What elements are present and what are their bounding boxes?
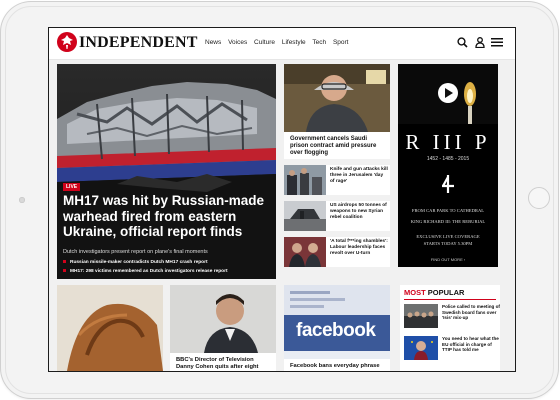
front-camera [19,197,25,203]
most-popular-item-1[interactable]: Police called to meeting of Swedish boar… [404,304,500,332]
most-popular-headline[interactable]: Police called to meeting of Swedish boar… [442,304,500,321]
most-popular-heading-red: MOST [404,288,426,297]
facebook-wordmark: facebook [296,320,376,341]
bullet-icon [63,260,66,264]
live-badge: LIVE [63,183,81,191]
site-logo[interactable]: INDEPENDENT [79,34,198,52]
story-card-facebook[interactable]: facebook Facebook bans everyday phrase [284,285,390,371]
browser-screen: INDEPENDENT News Voices Culture Lifestyl… [48,27,516,372]
nav-tech[interactable]: Tech [312,39,326,46]
nav-news[interactable]: News [205,39,221,46]
story-row-syria[interactable]: US airdrops 50 tonnes of weapons to new … [284,201,390,231]
ad-line-4: STARTS TODAY 5.30PM [423,241,473,246]
story-card-sculpture[interactable] [57,285,163,371]
ad-line-2: KING RICHARD III: THE REBURIAL [410,219,486,224]
eagle-logo-icon[interactable] [57,32,77,52]
search-icon[interactable] [457,37,468,48]
story-card-bbc[interactable]: BBC's Director of Television Danny Cohen… [170,285,276,371]
related-link-1[interactable]: Russian missile-maker contradicts Dutch … [63,260,273,265]
nav-voices[interactable]: Voices [228,39,247,46]
user-account-icon[interactable] [475,37,485,48]
site-header: INDEPENDENT News Voices Culture Lifestyl… [49,28,515,60]
danny-cohen-photo [170,285,276,353]
most-popular-headline[interactable]: You need to hear what the EU official in… [442,336,500,353]
home-button[interactable] [528,187,550,209]
bullet-icon [63,269,66,273]
ad-line-1: FROM CAR PARK TO CATHEDRAL [411,208,485,213]
menu-hamburger-icon[interactable] [491,37,503,47]
bbc-story-headline[interactable]: BBC's Director of Television Danny Cohen… [176,357,272,371]
bbc-headline-line-2[interactable]: Danny Cohen quits after eight [176,364,258,370]
saudi-story-headline[interactable]: Government cancels Saudi prison contract… [290,136,386,157]
ad-find-out-more-link[interactable]: FIND OUT MORE › [398,257,498,262]
play-video-icon[interactable] [437,82,459,104]
bbc-headline-line-1[interactable]: BBC's Director of Television [176,357,254,363]
nav-culture[interactable]: Culture [254,39,275,46]
heading-divider [404,299,496,300]
facebook-story-headline[interactable]: Facebook bans everyday phrase [290,363,386,370]
saudi-story-photo [284,64,390,132]
main-nav: News Voices Culture Lifestyle Tech Sport [205,39,353,46]
most-popular-item-2[interactable]: You need to hear what the EU official in… [404,336,500,364]
hero-headline[interactable]: MH17 was hit by Russian-made warhead fir… [63,193,271,240]
related-link-2[interactable]: MH17: 298 victims remembered as Dutch in… [63,269,273,274]
story-card-saudi[interactable]: Government cancels Saudi prison contract… [284,64,390,159]
eu-official-thumbnail [404,336,438,360]
nav-lifestyle[interactable]: Lifestyle [282,39,306,46]
swedish-fans-thumbnail [404,304,438,328]
bronze-sculpture-photo [57,285,163,371]
ad-title: R III P [405,130,491,154]
story-row-jerusalem[interactable]: Knife and gun attacks kill three in Jeru… [284,165,390,195]
related-link-text[interactable]: MH17: 298 victims remembered as Dutch in… [70,269,228,274]
most-popular-heading: MOST POPULAR [404,288,464,297]
hero-story[interactable]: LIVE MH17 was hit by Russian-made warhea… [57,64,276,279]
syria-airdrop-thumbnail [284,201,326,231]
mh17-wreckage-image [57,64,276,279]
homepage-content: LIVE MH17 was hit by Russian-made warhea… [49,60,515,371]
channel4-advert[interactable]: R III P 1452 - 1485 - 2015 FROM CAR PARK… [398,64,498,267]
jerusalem-story-thumbnail [284,165,326,195]
most-popular-panel: MOST POPULAR Police called to meeting of… [400,285,500,371]
jerusalem-story-headline[interactable]: Knife and gun attacks kill three in Jeru… [330,167,388,184]
ad-line-3: EXCLUSIVE LIVE COVERAGE [416,234,480,239]
ad-dates: 1452 - 1485 - 2015 [426,156,470,162]
hero-standfirst: Dutch investigators present report on pl… [63,249,208,255]
syria-story-headline[interactable]: US airdrops 50 tonnes of weapons to new … [330,203,388,220]
story-row-labour[interactable]: 'A total f***ing shambles': Labour leade… [284,237,390,267]
labour-story-thumbnail [284,237,326,267]
channel4-logo-icon [442,175,454,193]
related-link-text[interactable]: Russian missile-maker contradicts Dutch … [70,260,208,265]
labour-story-headline[interactable]: 'A total f***ing shambles': Labour leade… [330,239,388,256]
nav-sport[interactable]: Sport [333,39,349,46]
most-popular-heading-black: POPULAR [425,288,465,297]
